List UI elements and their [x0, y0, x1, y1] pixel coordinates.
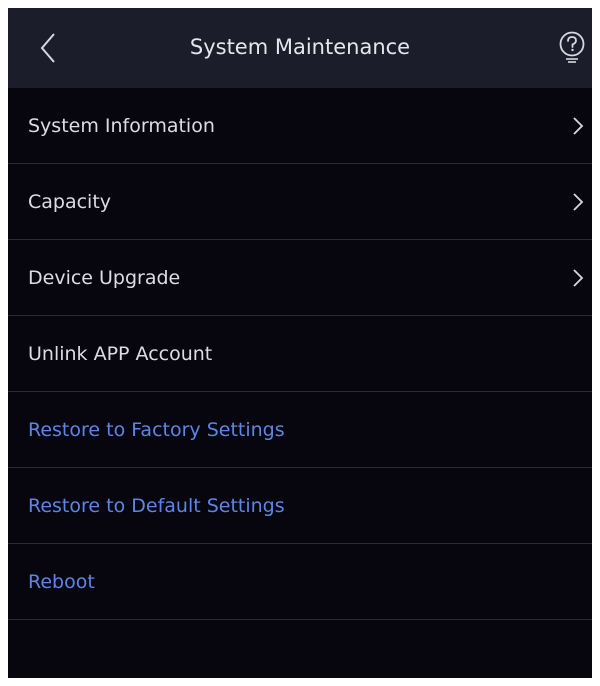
menu-item-label: Reboot — [28, 571, 95, 593]
row-divider — [8, 619, 592, 620]
menu-item-label: Capacity — [28, 191, 112, 213]
menu-item-reboot[interactable]: Reboot — [8, 544, 592, 620]
menu-item-label: Device Upgrade — [28, 267, 181, 289]
menu-item-label: Restore to Factory Settings — [28, 419, 285, 441]
menu-item-label: Unlink APP Account — [28, 343, 213, 365]
chevron-right-icon — [573, 193, 584, 211]
menu-item-label: Restore to Default Settings — [28, 495, 285, 517]
menu-item-system-information[interactable]: System Information — [8, 88, 592, 164]
menu-item-device-upgrade[interactable]: Device Upgrade — [8, 240, 592, 316]
system-maintenance-screen: System Maintenance System Information Cap… — [8, 8, 592, 678]
menu-item-unlink-app-account[interactable]: Unlink APP Account — [8, 316, 592, 392]
menu-item-restore-default[interactable]: Restore to Default Settings — [8, 468, 592, 544]
header-bar: System Maintenance — [8, 8, 592, 88]
menu-item-label: System Information — [28, 115, 215, 137]
chevron-right-icon — [573, 269, 584, 287]
help-button[interactable] — [558, 28, 586, 68]
chevron-right-icon — [573, 117, 584, 135]
question-circle-icon — [559, 31, 585, 63]
maintenance-menu-list: System Information Capacity Device Upgrade… — [8, 88, 592, 620]
menu-item-restore-factory[interactable]: Restore to Factory Settings — [8, 392, 592, 468]
menu-item-capacity[interactable]: Capacity — [8, 164, 592, 240]
page-title: System Maintenance — [189, 35, 411, 59]
